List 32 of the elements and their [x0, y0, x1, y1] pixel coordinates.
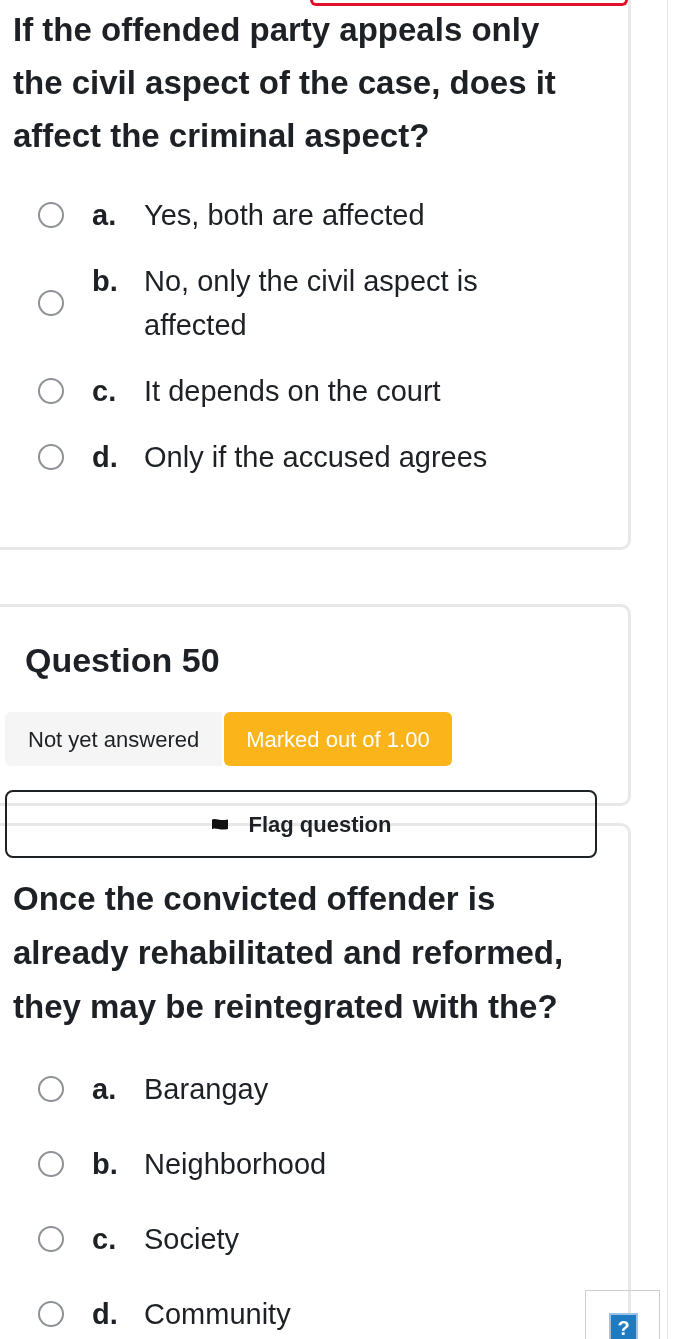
radio-button[interactable]	[38, 202, 64, 228]
radio-button[interactable]	[38, 1226, 64, 1252]
option-text[interactable]: It depends on the court	[144, 369, 574, 413]
option-text[interactable]: Only if the accused agrees	[144, 435, 574, 479]
option-text[interactable]: Barangay	[144, 1067, 574, 1111]
flag-question-button[interactable]: Flag question	[5, 790, 597, 858]
option-text[interactable]: No, only the civil aspect is affected	[144, 259, 574, 347]
option-text[interactable]: Community	[144, 1292, 574, 1336]
grade-badge: Marked out of 1.00	[224, 712, 452, 766]
question-text: If the offended party appeals only the civil aspect of the case, does it affect the criminal aspect?	[13, 10, 557, 156]
answer-status-badge: Not yet answered	[5, 712, 223, 766]
option-letter: a.	[92, 1072, 118, 1107]
flag-icon	[210, 817, 229, 831]
radio-button[interactable]	[38, 444, 64, 470]
option-letter: c.	[92, 1222, 118, 1257]
option-letter: b.	[92, 264, 119, 299]
option-letter: a.	[92, 198, 118, 233]
radio-button[interactable]	[38, 290, 64, 316]
question-text: Once the convicted offender is already rehabilitated and reformed, they may be reintegrated with the?	[13, 879, 565, 1027]
help-button[interactable]: ?	[609, 1313, 638, 1339]
radio-button[interactable]	[38, 378, 64, 404]
option-letter: d.	[92, 440, 119, 475]
radio-button[interactable]	[38, 1076, 64, 1102]
option-letter: d.	[92, 1297, 119, 1332]
option-letter: b.	[92, 1147, 119, 1182]
option-text[interactable]: Yes, both are affected	[144, 193, 574, 237]
option-text[interactable]: Society	[144, 1217, 574, 1261]
radio-button[interactable]	[38, 1151, 64, 1177]
radio-button[interactable]	[38, 1301, 64, 1327]
question-title: Question 50	[24, 640, 221, 680]
option-text[interactable]: Neighborhood	[144, 1142, 574, 1186]
option-letter: c.	[92, 374, 118, 409]
